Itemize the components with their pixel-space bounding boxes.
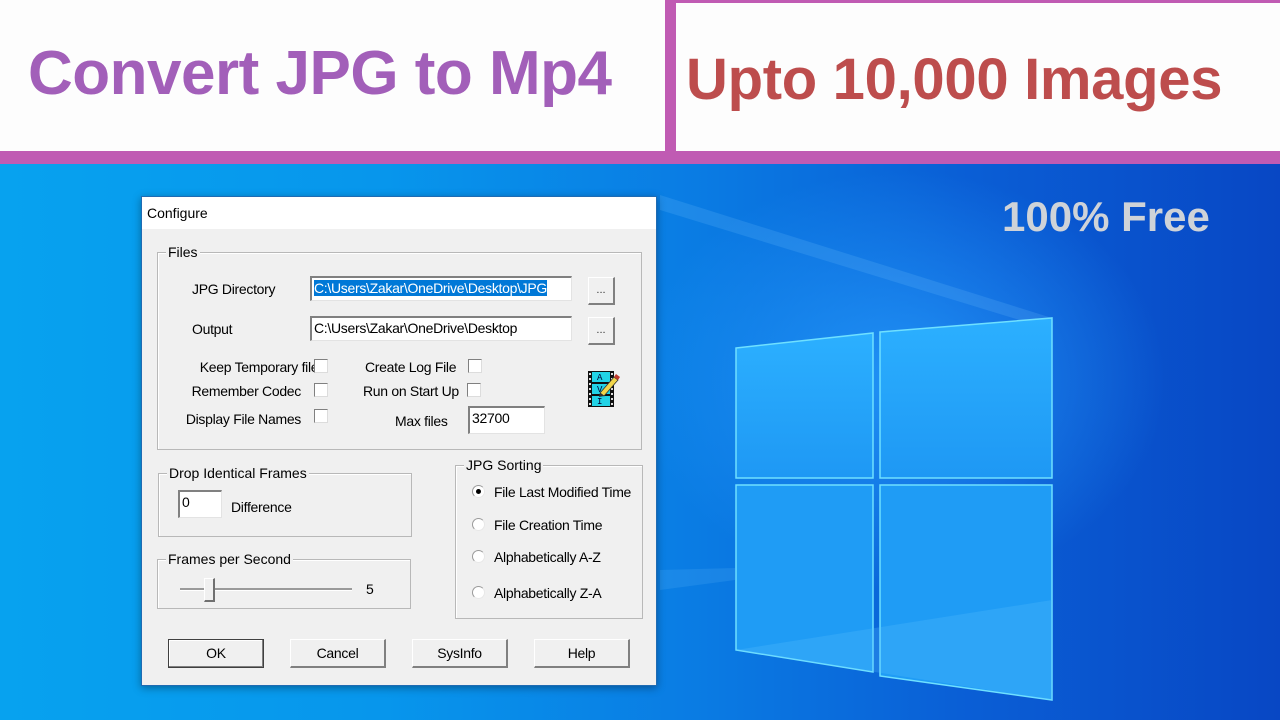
run-on-startup-checkbox[interactable]: [467, 383, 481, 397]
jpg-sorting-group: JPG Sorting File Last Modified Time File…: [455, 457, 643, 619]
fps-slider-thumb[interactable]: [203, 578, 215, 602]
sysinfo-button[interactable]: SysInfo: [412, 639, 508, 668]
fps-legend: Frames per Second: [166, 551, 293, 567]
jpg-directory-browse-button[interactable]: ...: [588, 277, 615, 305]
sort-alpha-za-radio[interactable]: [472, 586, 485, 599]
files-group-legend: Files: [166, 244, 200, 260]
free-badge: 100% Free: [1002, 193, 1210, 240]
light-beam: [660, 568, 735, 590]
jpg-directory-field[interactable]: C:\Users\Zakar\OneDrive\Desktop\JPG: [310, 276, 572, 301]
dialog-titlebar[interactable]: Configure: [142, 197, 656, 229]
difference-value: 0: [182, 494, 190, 510]
output-field[interactable]: C:\Users\Zakar\OneDrive\Desktop: [310, 316, 572, 341]
headline-image-limit: Upto 10,000 Images: [686, 47, 1223, 112]
configure-dialog: Configure Files JPG Directory C:\Users\Z…: [141, 196, 657, 686]
jpg-directory-value: C:\Users\Zakar\OneDrive\Desktop\JPG: [314, 280, 548, 296]
display-file-names-checkbox[interactable]: [314, 409, 328, 423]
sort-last-modified-radio[interactable]: [472, 485, 485, 498]
remember-codec-label: Remember Codec: [191, 383, 302, 399]
light-beam: [660, 195, 1052, 330]
drop-identical-legend: Drop Identical Frames: [167, 465, 309, 481]
banner-top-line: [676, 0, 1280, 3]
display-file-names-label: Display File Names: [185, 411, 301, 427]
remember-codec-checkbox[interactable]: [314, 383, 328, 397]
max-files-value: 32700: [472, 410, 510, 426]
banner-divider: [665, 0, 676, 152]
difference-field[interactable]: 0: [178, 490, 222, 518]
output-label: Output: [192, 321, 233, 337]
difference-label: Difference: [231, 499, 292, 515]
sort-alpha-az-radio[interactable]: [472, 550, 485, 563]
sort-alpha-az-label[interactable]: Alphabetically A-Z: [494, 549, 601, 565]
jpg-directory-label: JPG Directory: [192, 281, 276, 297]
fps-group: Frames per Second 5: [157, 551, 411, 609]
logo-pane-top-left: [735, 332, 874, 479]
avi-letter-i: I: [597, 397, 602, 407]
keep-temp-files-checkbox[interactable]: [314, 359, 328, 373]
sort-creation-time-radio[interactable]: [472, 518, 485, 531]
jpg-sorting-legend: JPG Sorting: [464, 457, 544, 473]
keep-temp-files-label: Keep Temporary files: [199, 359, 326, 375]
banner-accent-bar: [0, 151, 1280, 164]
run-on-startup-label: Run on Start Up: [363, 383, 459, 399]
max-files-field[interactable]: 32700: [468, 406, 545, 434]
headline-convert: Convert JPG to Mp4: [28, 39, 612, 108]
sort-creation-time-label[interactable]: File Creation Time: [494, 517, 603, 533]
files-group: Files JPG Directory C:\Users\Zakar\OneDr…: [157, 244, 642, 450]
ok-button[interactable]: OK: [168, 639, 264, 668]
sort-last-modified-label[interactable]: File Last Modified Time: [494, 484, 631, 500]
avi-edit-icon: A V I: [588, 371, 620, 407]
fps-value: 5: [366, 581, 374, 597]
create-log-file-checkbox[interactable]: [468, 359, 482, 373]
dialog-title: Configure: [147, 205, 208, 221]
create-log-file-label: Create Log File: [365, 359, 457, 375]
output-value: C:\Users\Zakar\OneDrive\Desktop: [314, 320, 518, 336]
avi-letter-a: A: [597, 373, 603, 383]
top-banner: Convert JPG to Mp4 Upto 10,000 Images: [0, 0, 1280, 164]
help-button[interactable]: Help: [534, 639, 630, 668]
sort-alpha-za-label[interactable]: Alphabetically Z-A: [494, 585, 602, 601]
cancel-button[interactable]: Cancel: [290, 639, 386, 668]
output-browse-button[interactable]: ...: [588, 317, 615, 345]
max-files-label: Max files: [395, 413, 448, 429]
logo-pane-top-right: [879, 317, 1053, 479]
drop-identical-group: Drop Identical Frames 0 Difference: [158, 465, 412, 537]
